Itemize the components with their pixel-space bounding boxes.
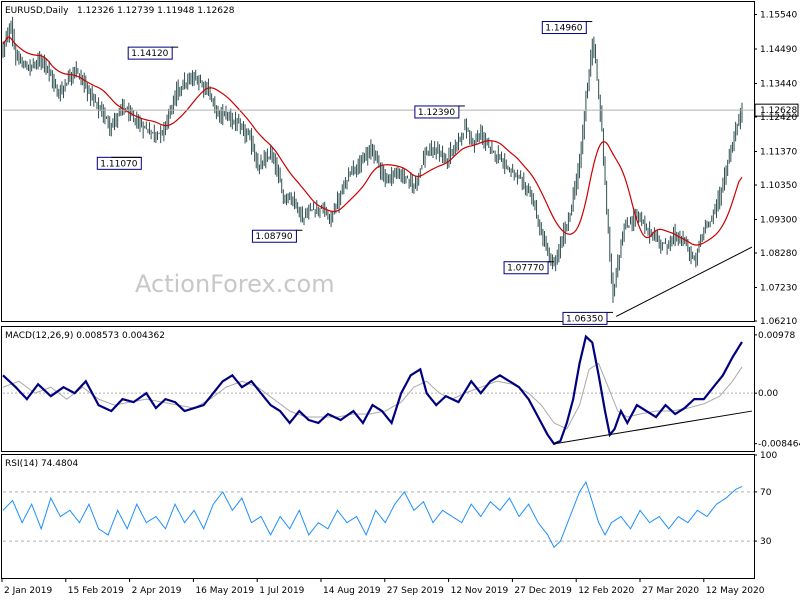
x-tick-label: 15 Feb 2019: [68, 586, 124, 596]
price-y-tick-label: 1.14490: [760, 45, 797, 55]
macd-y-tick-label: -0.008464: [758, 440, 800, 450]
rsi-y-tick-label: 30: [760, 537, 772, 547]
price-y-tick-label: 1.06210: [760, 317, 797, 327]
price-annotation-label: 1.14960: [545, 24, 582, 34]
x-tick-label: 27 Dec 2019: [514, 586, 572, 596]
chart-ohlc: 1.12326 1.12739 1.11948 1.12628: [77, 6, 235, 16]
watermark: ActionForex.com: [135, 270, 335, 298]
macd-y-tick-label: 0.00: [758, 389, 778, 399]
rsi-y-tick-label: 100: [760, 451, 777, 461]
x-tick-label: 2 Apr 2019: [132, 586, 182, 596]
x-tick-label: 27 Sep 2019: [387, 586, 444, 596]
x-tick-label: 16 May 2019: [195, 586, 254, 596]
macd-panel-frame: [1, 326, 755, 452]
price-y-tick-label: 1.07230: [760, 283, 797, 293]
rsi-panel-frame: [1, 454, 755, 579]
price-annotation-label: 1.14120: [131, 49, 168, 59]
rsi-y-tick-label: 70: [760, 488, 772, 498]
x-tick-label: 14 Aug 2019: [323, 586, 381, 596]
price-annotation-label: 1.12390: [418, 108, 455, 118]
price-y-tick-label: 1.08280: [760, 249, 797, 259]
x-tick-label: 2 Jan 2019: [4, 586, 52, 596]
price-annotation-label: 1.07770: [507, 264, 544, 274]
x-tick-label: 12 Feb 2020: [578, 586, 634, 596]
macd-y-tick-label: 0.00978: [758, 331, 795, 341]
chart-symbol: EURUSD,Daily: [5, 6, 69, 16]
chart-canvas: ActionForex.com 1.14120 1.11070 1.08790 1.1…: [1, 1, 800, 596]
price-y-tick-label: 1.11370: [760, 147, 797, 157]
x-tick-label: 12 May 2020: [706, 586, 765, 596]
x-tick-label: 27 Mar 2020: [642, 586, 699, 596]
x-tick-label: 1 Jul 2019: [259, 586, 304, 596]
x-tick-label: 12 Nov 2019: [451, 586, 509, 596]
price-y-tick-label: 1.15540: [760, 10, 797, 20]
price-annotation-label: 1.11070: [100, 159, 137, 169]
price-annotation-label: 1.06350: [566, 314, 603, 324]
price-y-tick-label: 1.12420: [760, 113, 797, 123]
price-y-tick-label: 1.10350: [760, 181, 797, 191]
price-y-tick-label: 1.09300: [760, 215, 797, 225]
price-y-tick-label: 1.13440: [760, 79, 797, 89]
price-annotation-label: 1.08790: [255, 232, 292, 242]
rsi-panel-title: RSI(14) 74.4804: [5, 459, 78, 469]
macd-panel-title: MACD(12,26,9) 0.008573 0.004362: [5, 331, 165, 341]
